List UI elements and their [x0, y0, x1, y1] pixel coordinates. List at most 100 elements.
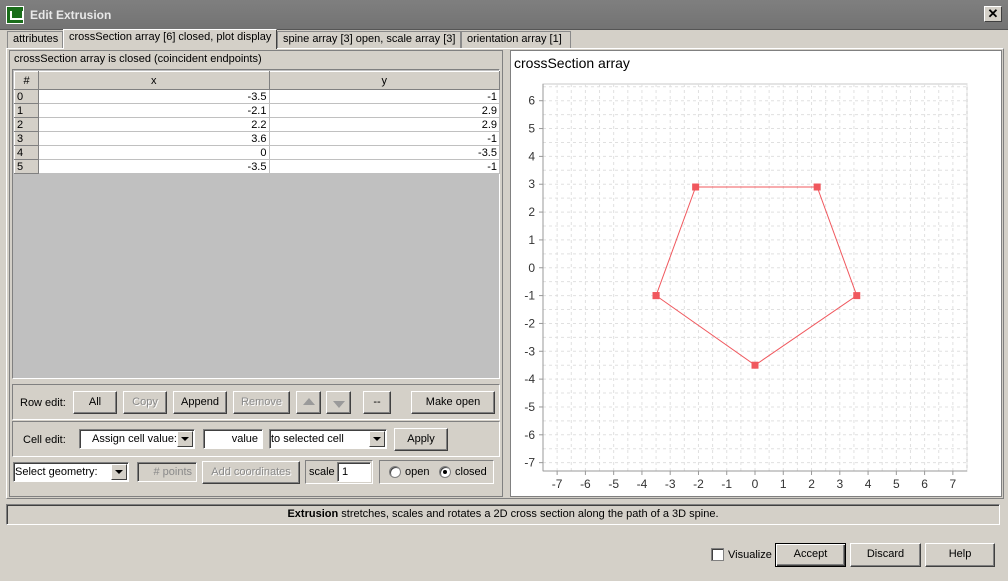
geometry-select[interactable]: Select geometry: — [13, 462, 129, 482]
table-row[interactable]: 0 -3.5 -1 — [14, 89, 500, 104]
table-row[interactable]: 2 2.2 2.9 — [14, 117, 500, 132]
move-down-button[interactable] — [326, 391, 351, 414]
open-label: open — [405, 466, 430, 478]
x-tick-label: 0 — [752, 477, 759, 491]
tab-orientation[interactable]: orientation array [1] — [461, 31, 571, 48]
cell-y[interactable]: 2.9 — [268, 103, 500, 118]
data-point — [652, 292, 660, 300]
y-tick-label: -7 — [524, 456, 535, 470]
close-button[interactable]: ✕ — [984, 6, 1002, 22]
remove-button[interactable]: Remove — [233, 391, 290, 414]
table-row[interactable]: 1 -2.1 2.9 — [14, 103, 500, 118]
row-index: 0 — [14, 89, 39, 104]
column-header-x[interactable]: x — [38, 71, 270, 90]
app-icon — [6, 6, 24, 24]
help-button[interactable]: Help — [925, 543, 995, 567]
crosssection-editor: crossSection array is closed (coincident… — [9, 50, 503, 497]
closure-group: open closed — [379, 460, 494, 484]
dash-button[interactable]: -- — [363, 391, 391, 414]
visualize-label: Visualize — [728, 549, 772, 561]
description-text: stretches, scales and rotates a 2D cross… — [338, 508, 719, 520]
accept-button[interactable]: Accept — [775, 543, 846, 567]
move-up-button[interactable] — [296, 391, 321, 414]
x-tick-label: -7 — [552, 477, 563, 491]
assign-mode-select[interactable]: Assign cell value: — [79, 429, 195, 449]
table-caption: crossSection array is closed (coincident… — [14, 53, 262, 65]
table-row[interactable]: 4 0 -3.5 — [14, 145, 500, 160]
row-index: 5 — [14, 159, 39, 174]
cell-y[interactable]: -3.5 — [268, 145, 500, 160]
cell-x[interactable]: 2.2 — [38, 117, 270, 132]
cell-x[interactable]: 0 — [38, 145, 270, 160]
cell-y[interactable]: 2.9 — [268, 117, 500, 132]
scale-label: scale — [309, 466, 335, 478]
cell-x[interactable]: 3.6 — [38, 131, 270, 146]
table-row[interactable]: 3 3.6 -1 — [14, 131, 500, 146]
x-tick-label: -6 — [580, 477, 591, 491]
x-tick-label: -4 — [637, 477, 648, 491]
y-tick-label: -3 — [524, 344, 535, 358]
row-index: 2 — [14, 117, 39, 132]
y-tick-label: -4 — [524, 372, 535, 386]
y-tick-label: 2 — [528, 205, 535, 219]
row-index: 1 — [14, 103, 39, 118]
tab-attributes[interactable]: attributes — [7, 31, 63, 48]
cell-x[interactable]: -3.5 — [38, 89, 270, 104]
x-tick-label: -2 — [693, 477, 704, 491]
y-tick-label: 6 — [528, 94, 535, 108]
column-header-index[interactable]: # — [14, 71, 39, 90]
cell-y[interactable]: -1 — [268, 89, 500, 104]
copy-button[interactable]: Copy — [123, 391, 167, 414]
table-scroll-area[interactable]: # x y 0 -3.5 -1 1 -2.1 2.9 2 2.2 2.9 3 3… — [12, 69, 500, 379]
closed-label: closed — [455, 466, 487, 478]
x-tick-label: -3 — [665, 477, 676, 491]
row-index: 4 — [14, 145, 39, 160]
apply-target-select[interactable]: to selected cell — [269, 429, 387, 449]
apply-target-value: to selected cell — [271, 433, 344, 445]
chevron-down-icon[interactable] — [111, 464, 127, 480]
x-tick-label: 4 — [865, 477, 872, 491]
x-tick-label: 6 — [921, 477, 928, 491]
row-index: 3 — [14, 131, 39, 146]
table-row[interactable]: 5 -3.5 -1 — [14, 159, 500, 174]
cell-edit-label: Cell edit: — [23, 434, 66, 446]
title-bar: Edit Extrusion ✕ — [0, 0, 1008, 30]
scale-group: scale 1 — [305, 460, 373, 484]
column-header-y[interactable]: y — [268, 71, 500, 90]
visualize-checkbox[interactable] — [711, 548, 724, 561]
cell-x[interactable]: -3.5 — [38, 159, 270, 174]
discard-button[interactable]: Discard — [850, 543, 921, 567]
open-radio[interactable] — [389, 466, 401, 478]
tab-spine[interactable]: spine array [3] open, scale array [3] — [277, 31, 461, 48]
data-point — [692, 183, 700, 191]
cell-y[interactable]: -1 — [268, 159, 500, 174]
apply-button[interactable]: Apply — [394, 428, 448, 451]
y-tick-label: 4 — [528, 149, 535, 163]
chevron-down-icon[interactable] — [177, 431, 193, 447]
row-edit-section: Row edit: All Copy Append Remove -- Make… — [12, 384, 500, 420]
all-button[interactable]: All — [73, 391, 117, 414]
x-tick-label: 5 — [893, 477, 900, 491]
cell-y[interactable]: -1 — [268, 131, 500, 146]
cell-x[interactable]: -2.1 — [38, 103, 270, 118]
y-tick-label: -1 — [524, 289, 535, 303]
scale-input[interactable]: 1 — [337, 462, 371, 482]
points-input[interactable]: # points — [137, 462, 197, 482]
y-tick-label: -5 — [524, 400, 535, 414]
append-button[interactable]: Append — [173, 391, 227, 414]
cell-value-input[interactable]: value — [203, 429, 263, 449]
chart-title: crossSection array — [514, 55, 630, 71]
add-coordinates-button[interactable]: Add coordinates — [202, 461, 300, 484]
closed-radio[interactable] — [439, 466, 451, 478]
x-tick-label: 3 — [836, 477, 843, 491]
description-bar: Extrusion stretches, scales and rotates … — [6, 504, 1000, 525]
tab-crosssection[interactable]: crossSection array [6] closed, plot disp… — [63, 29, 277, 49]
assign-mode-value: Assign cell value: — [92, 433, 177, 445]
y-tick-label: 3 — [528, 177, 535, 191]
x-tick-label: 7 — [950, 477, 957, 491]
chevron-down-icon[interactable] — [369, 431, 385, 447]
x-tick-label: -5 — [608, 477, 619, 491]
crosssection-chart[interactable]: 6 5 4 3 2 1 0 -1 -2 -3 -4 -5 -6 -7 -7 -6 -5 -4 -3 -2 -1 0 1 2 3 4… — [511, 51, 1001, 496]
data-point — [853, 292, 861, 300]
make-open-button[interactable]: Make open — [411, 391, 495, 414]
